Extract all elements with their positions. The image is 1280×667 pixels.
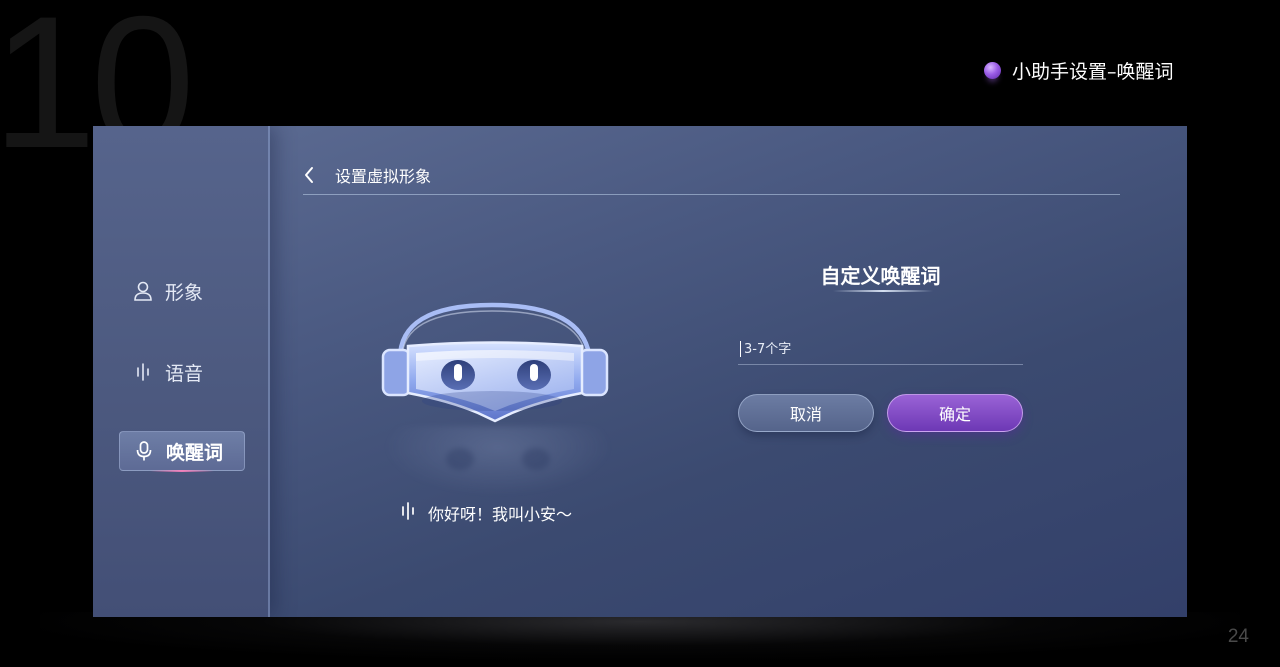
person-icon: [133, 280, 153, 302]
form-title: 自定义唤醒词: [820, 264, 941, 288]
voice-wave-icon: [400, 501, 416, 525]
greeting-text: 你好呀！我叫小安～: [428, 505, 573, 524]
section-title: 小助手设置–唤醒词: [984, 57, 1174, 84]
reflection-eye: [522, 448, 550, 470]
wake-word-input[interactable]: [738, 335, 1023, 365]
page-title: 设置虚拟形象: [335, 167, 432, 186]
assistant-greeting: 你好呀！我叫小安～: [400, 501, 572, 525]
voice-wave-icon: [133, 361, 153, 383]
page-number: 24: [1227, 626, 1249, 647]
confirm-button[interactable]: 确定: [887, 394, 1023, 432]
sidebar: 形象 语音 唤醒词: [93, 126, 270, 617]
app-screen: 形象 语音 唤醒词 设置虚拟形象 你好呀！我叫小安～ 自定义唤醒词 3-7个字 …: [93, 126, 1187, 617]
reflection-eye: [446, 448, 474, 470]
section-title-text: 小助手设置–唤醒词: [1012, 61, 1174, 83]
sidebar-item-appearance[interactable]: 形象: [119, 271, 245, 311]
page-header: 设置虚拟形象: [303, 156, 1120, 195]
floor-reflection: [40, 612, 1240, 660]
cancel-button[interactable]: 取消: [738, 394, 874, 432]
sidebar-item-label: 唤醒词: [166, 441, 224, 464]
sidebar-item-voice[interactable]: 语音: [119, 352, 245, 392]
title-underline: [833, 290, 933, 292]
sidebar-item-label: 语音: [165, 362, 204, 385]
text-caret: [740, 341, 741, 357]
microphone-icon: [134, 440, 154, 462]
avatar-reflection: [383, 426, 613, 496]
sidebar-item-label: 形象: [165, 281, 204, 304]
bullet-dot-icon: [984, 62, 1001, 79]
presentation-slide: 10 小助手设置–唤醒词 24 形象 语音 唤醒词 设置虚拟形象 你好呀！我叫小…: [0, 0, 1280, 667]
sidebar-item-wake-word[interactable]: 唤醒词: [119, 431, 245, 472]
chevron-left-icon[interactable]: [303, 165, 317, 185]
